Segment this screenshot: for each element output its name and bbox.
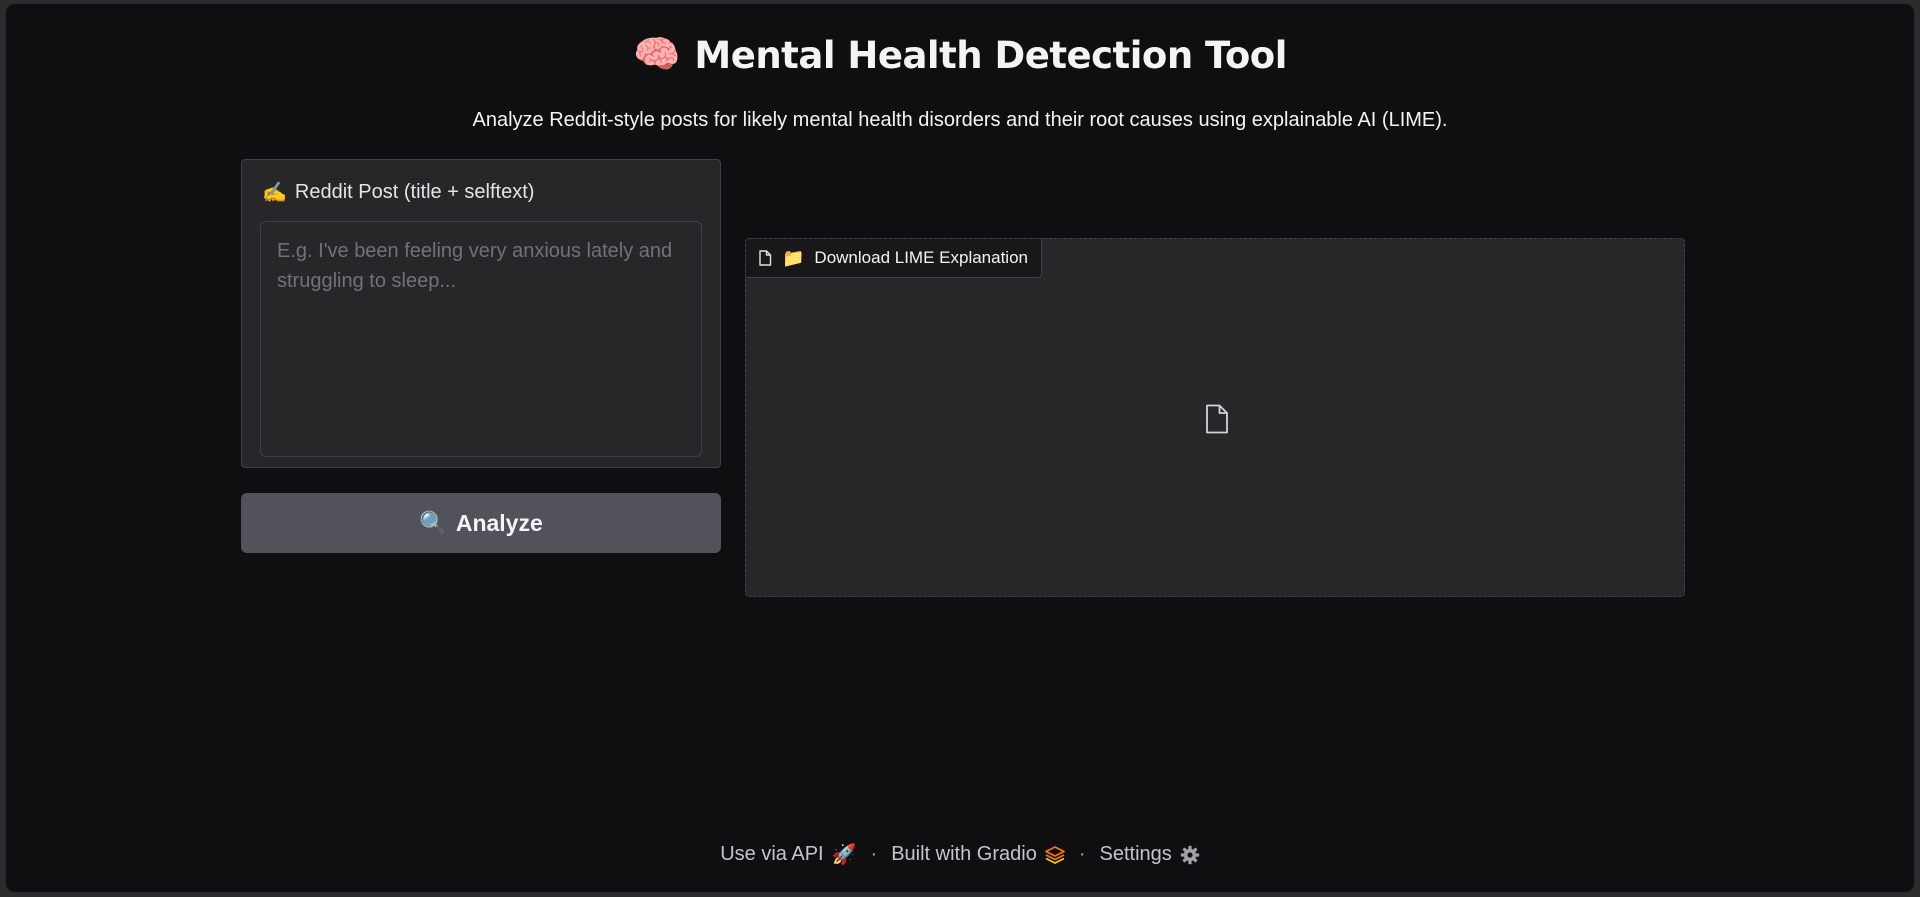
app-window: 🧠 Mental Health Detection Tool Analyze R… bbox=[5, 3, 1915, 893]
use-via-api-text: Use via API bbox=[720, 843, 824, 865]
footer: Use via API 🚀 · Built with Gradio · Sett… bbox=[6, 842, 1914, 867]
file-output-label-text: Download LIME Explanation bbox=[814, 248, 1028, 267]
built-with-gradio-link[interactable]: Built with Gradio bbox=[891, 843, 1065, 866]
empty-file-icon bbox=[1206, 404, 1228, 434]
analyze-button[interactable]: 🔍 Analyze bbox=[241, 493, 721, 553]
writing-hand-icon: ✍️ bbox=[262, 182, 287, 204]
folder-icon: 📁 bbox=[782, 247, 805, 268]
title-text: Mental Health Detection Tool bbox=[694, 33, 1287, 77]
settings-link[interactable]: Settings bbox=[1100, 843, 1200, 866]
reddit-post-label-text: Reddit Post (title + selftext) bbox=[294, 181, 535, 203]
footer-separator: · bbox=[1078, 843, 1086, 865]
reddit-post-block: ✍️ Reddit Post (title + selftext) bbox=[241, 159, 721, 468]
use-via-api-link[interactable]: Use via API 🚀 bbox=[720, 842, 856, 867]
reddit-post-input[interactable] bbox=[260, 221, 702, 457]
gradio-logo-icon bbox=[1044, 845, 1065, 864]
reddit-post-label: ✍️ Reddit Post (title + selftext) bbox=[262, 180, 534, 205]
footer-separator: · bbox=[870, 843, 878, 865]
page-title: 🧠 Mental Health Detection Tool bbox=[6, 30, 1914, 80]
brain-icon: 🧠 bbox=[633, 34, 681, 76]
file-output-label: 📁 Download LIME Explanation bbox=[746, 239, 1042, 278]
settings-text: Settings bbox=[1099, 843, 1172, 865]
page-subtitle: Analyze Reddit-style posts for likely me… bbox=[472, 109, 1448, 131]
gear-icon bbox=[1180, 845, 1199, 864]
rocket-icon: 🚀 bbox=[831, 844, 857, 866]
lime-file-output[interactable]: 📁 Download LIME Explanation bbox=[745, 238, 1685, 597]
magnifier-icon: 🔍 bbox=[419, 509, 448, 536]
file-icon bbox=[759, 250, 772, 266]
analyze-button-label: Analyze bbox=[455, 509, 543, 536]
built-with-gradio-text: Built with Gradio bbox=[891, 843, 1037, 865]
